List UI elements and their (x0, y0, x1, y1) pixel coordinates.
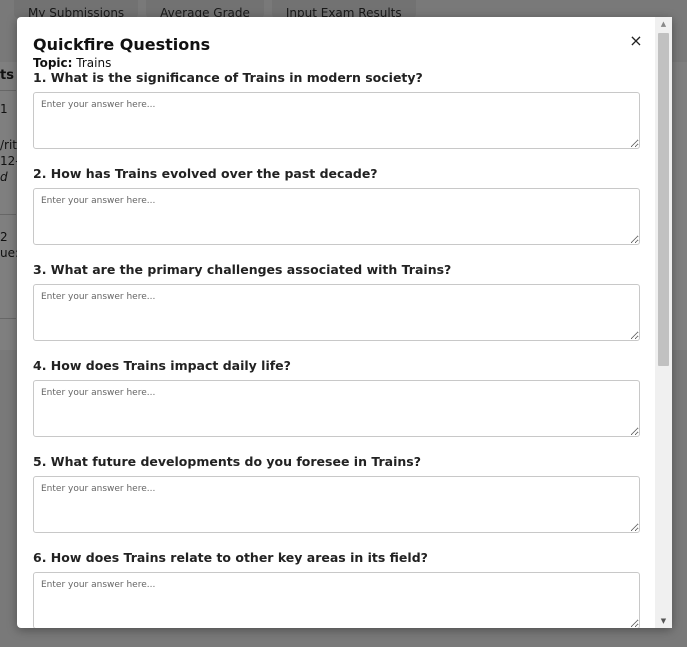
question-label: 2. How has Trains evolved over the past … (33, 166, 378, 181)
answer-input[interactable] (33, 284, 640, 341)
question-item: 5. What future developments do you fores… (33, 454, 640, 533)
question-label: 4. How does Trains impact daily life? (33, 358, 291, 373)
modal-content: Quickfire Questions Topic: Trains 1. Wha… (33, 35, 640, 628)
answer-input[interactable] (33, 188, 640, 245)
answer-input[interactable] (33, 92, 640, 149)
scrollbar-thumb[interactable] (658, 33, 669, 366)
modal-title: Quickfire Questions (33, 35, 211, 54)
topic-value: Trains (76, 56, 112, 70)
answer-input[interactable] (33, 572, 640, 628)
scroll-down-arrow-icon[interactable]: ▼ (655, 614, 672, 628)
question-label: 3. What are the primary challenges assoc… (33, 262, 452, 277)
question-item: 3. What are the primary challenges assoc… (33, 262, 640, 341)
answer-input[interactable] (33, 380, 640, 437)
question-item: 1. What is the significance of Trains in… (33, 70, 640, 149)
question-label: 6. How does Trains relate to other key a… (33, 550, 428, 565)
question-item: 2. How has Trains evolved over the past … (33, 166, 640, 245)
modal-scrollbar[interactable]: ▲ ▼ (655, 17, 672, 628)
question-label: 1. What is the significance of Trains in… (33, 70, 423, 85)
answer-input[interactable] (33, 476, 640, 533)
topic-label: Topic: (33, 56, 73, 70)
question-item: 4. How does Trains impact daily life? (33, 358, 640, 437)
scroll-up-arrow-icon[interactable]: ▲ (655, 17, 672, 31)
quickfire-questions-modal: × Quickfire Questions Topic: Trains 1. W… (17, 17, 672, 628)
question-label: 5. What future developments do you fores… (33, 454, 421, 469)
topic-line: Topic: Trains (33, 56, 640, 70)
question-item: 6. How does Trains relate to other key a… (33, 550, 640, 628)
